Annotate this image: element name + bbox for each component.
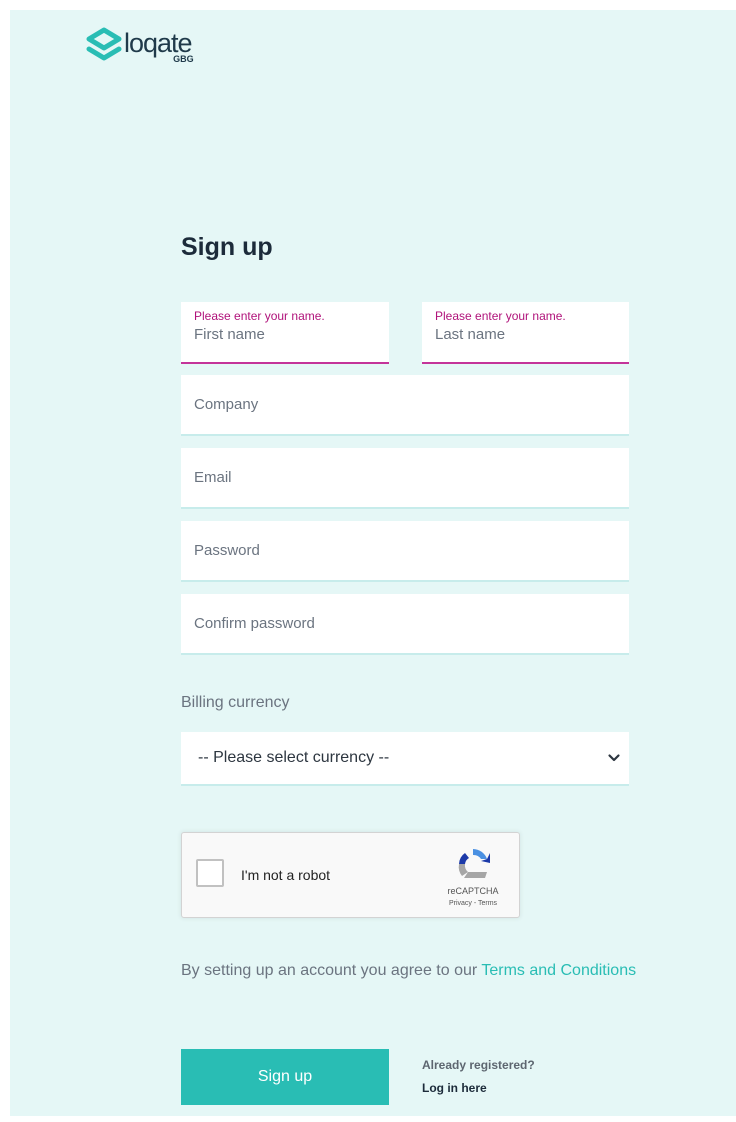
already-registered-text: Already registered?	[422, 1058, 535, 1072]
password-placeholder: Password	[194, 542, 260, 559]
password-field[interactable]: Password	[181, 521, 629, 582]
confirm-password-field[interactable]: Confirm password	[181, 594, 629, 655]
last-name-placeholder: Last name	[435, 326, 506, 343]
confirm-password-placeholder: Confirm password	[194, 615, 315, 632]
login-link[interactable]: Log in here	[422, 1081, 487, 1095]
loqate-logo-icon	[86, 27, 122, 61]
terms-prefix: By setting up an account you agree to ou…	[181, 962, 482, 979]
company-field[interactable]: Company	[181, 375, 629, 436]
first-name-placeholder: First name	[194, 326, 265, 343]
recaptcha-brand: reCAPTCHA	[447, 886, 499, 896]
recaptcha-links[interactable]: Privacy - Terms	[434, 900, 512, 907]
recaptcha-logo-icon	[458, 849, 490, 878]
chevron-down-icon	[608, 754, 620, 762]
email-field[interactable]: Email	[181, 448, 629, 509]
company-placeholder: Company	[194, 396, 259, 413]
signup-button[interactable]: Sign up	[181, 1049, 389, 1105]
logo-wordmark: loqate GBG	[124, 27, 194, 64]
terms-link[interactable]: Terms and Conditions	[481, 962, 636, 979]
last-name-error: Please enter your name.	[435, 309, 566, 323]
recaptcha-checkbox[interactable]	[196, 859, 224, 887]
page-title: Sign up	[181, 233, 273, 261]
billing-currency-label: Billing currency	[181, 694, 290, 711]
billing-currency-value: -- Please select currency --	[198, 749, 390, 766]
first-name-error: Please enter your name.	[194, 309, 325, 323]
email-placeholder: Email	[194, 469, 232, 486]
recaptcha-label: I'm not a robot	[241, 867, 331, 883]
logo-sub: GBG	[173, 54, 194, 64]
billing-currency-select[interactable]: -- Please select currency --	[181, 732, 629, 786]
last-name-field[interactable]: Please enter your name. Last name	[422, 302, 629, 364]
terms-text: By setting up an account you agree to ou…	[181, 956, 641, 986]
recaptcha-widget: I'm not a robot reCAPTCHA Privacy - Term…	[181, 832, 520, 918]
loqate-logo: loqate GBG	[86, 27, 194, 64]
first-name-field[interactable]: Please enter your name. First name	[181, 302, 389, 364]
